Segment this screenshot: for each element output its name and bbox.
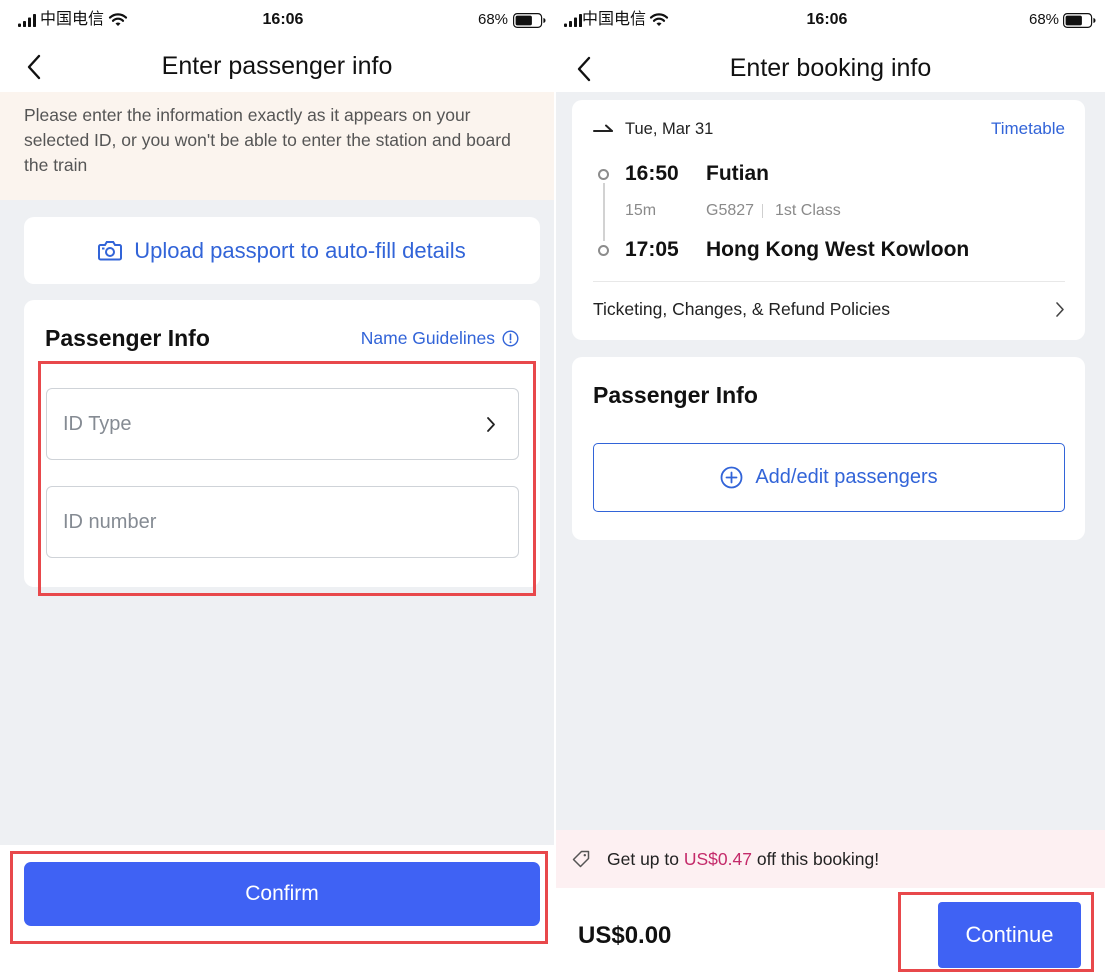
status-time: 16:06 (806, 11, 848, 28)
timeline-line (602, 183, 605, 241)
passenger-info-title: Passenger Info (593, 382, 758, 408)
upload-passport-button[interactable]: Upload passport to auto-fill details (24, 217, 540, 284)
wifi-icon (649, 13, 669, 26)
passenger-info-card: Passenger Info Name Guidelines ID Type (24, 300, 540, 587)
battery-icon (513, 13, 546, 28)
plus-circle-icon (720, 466, 743, 489)
promo-amount: US$0.47 (683, 849, 752, 869)
wifi-icon (108, 13, 128, 26)
status-time: 16:06 (262, 11, 304, 28)
carrier-name: 中国电信 (40, 11, 105, 28)
timetable-link[interactable]: Timetable (991, 117, 1065, 141)
promo-banner: Get up to US$0.47 off this booking! (556, 830, 1105, 888)
id-type-select[interactable]: ID Type (46, 388, 519, 460)
arrow-right-icon (593, 124, 613, 132)
signal-icon (564, 14, 582, 27)
arrival-time: 17:05 (625, 238, 679, 261)
promo-text: Get up to US$0.47 off this booking! (607, 847, 879, 871)
promo-prefix: Get up to (607, 849, 679, 869)
id-number-input[interactable] (46, 486, 519, 558)
signal-icon (18, 14, 36, 27)
confirm-button[interactable]: Confirm (24, 862, 540, 926)
bottom-bar: US$0.00 Continue (556, 888, 1105, 974)
page-title: Enter passenger info (161, 52, 393, 80)
status-bar: 中国电信 16:06 68% (0, 0, 554, 40)
total-price: US$0.00 (578, 922, 672, 949)
name-guidelines-link[interactable]: Name Guidelines (361, 326, 519, 350)
travel-date: Tue, Mar 31 (625, 120, 714, 138)
id-type-placeholder: ID Type (63, 412, 132, 435)
page-title: Enter booking info (729, 54, 932, 82)
tag-icon (572, 850, 590, 868)
name-guidelines-label: Name Guidelines (360, 328, 495, 348)
chevron-right-icon (1056, 301, 1064, 317)
departure-station: Futian (706, 162, 769, 185)
policies-row[interactable]: Ticketing, Changes, & Refund Policies (593, 294, 1065, 324)
battery-percent: 68% (1029, 11, 1060, 28)
passenger-info-title: Passenger Info (45, 325, 210, 351)
continue-button[interactable]: Continue (938, 902, 1081, 968)
status-bar: 中国电信 16:06 68% (556, 0, 1105, 40)
add-edit-passengers-button[interactable]: Add/edit passengers (593, 443, 1065, 512)
info-icon (502, 329, 519, 347)
chevron-right-icon (487, 416, 495, 432)
arrival-dot (598, 245, 609, 256)
battery-percent: 68% (478, 11, 509, 28)
carrier-name: 中国电信 (582, 11, 647, 28)
camera-icon (98, 241, 123, 261)
bottom-bar: Confirm (0, 845, 554, 974)
promo-suffix: off this booking! (756, 849, 880, 869)
arrival-station: Hong Kong West Kowloon (706, 238, 970, 261)
divider (593, 281, 1065, 282)
seat-class: 1st Class (775, 202, 841, 219)
nav-header: Enter booking info (556, 40, 1105, 92)
trip-summary-card: Tue, Mar 31 Timetable 16:50 Futian 15m G… (572, 100, 1085, 340)
notice-banner: Please enter the information exactly as … (0, 92, 554, 200)
upload-passport-label: Upload passport to auto-fill details (134, 237, 466, 263)
add-edit-passengers-label: Add/edit passengers (755, 466, 938, 488)
train-number: G5827 (706, 202, 755, 219)
notice-text: Please enter the information exactly as … (24, 105, 511, 175)
battery-icon (1063, 13, 1096, 28)
booking-info-screen: 中国电信 16:06 68% Enter booking info Tue, M… (556, 0, 1105, 974)
departure-dot (598, 169, 609, 180)
departure-time: 16:50 (625, 162, 679, 185)
passenger-info-card: Passenger Info Add/edit passengers (572, 357, 1085, 540)
nav-header: Enter passenger info (0, 40, 554, 92)
trip-duration: 15m (625, 202, 657, 219)
separator (762, 204, 763, 218)
policies-label: Ticketing, Changes, & Refund Policies (593, 298, 891, 319)
passenger-info-screen: 中国电信 16:06 68% Enter passenger info Plea… (0, 0, 554, 974)
